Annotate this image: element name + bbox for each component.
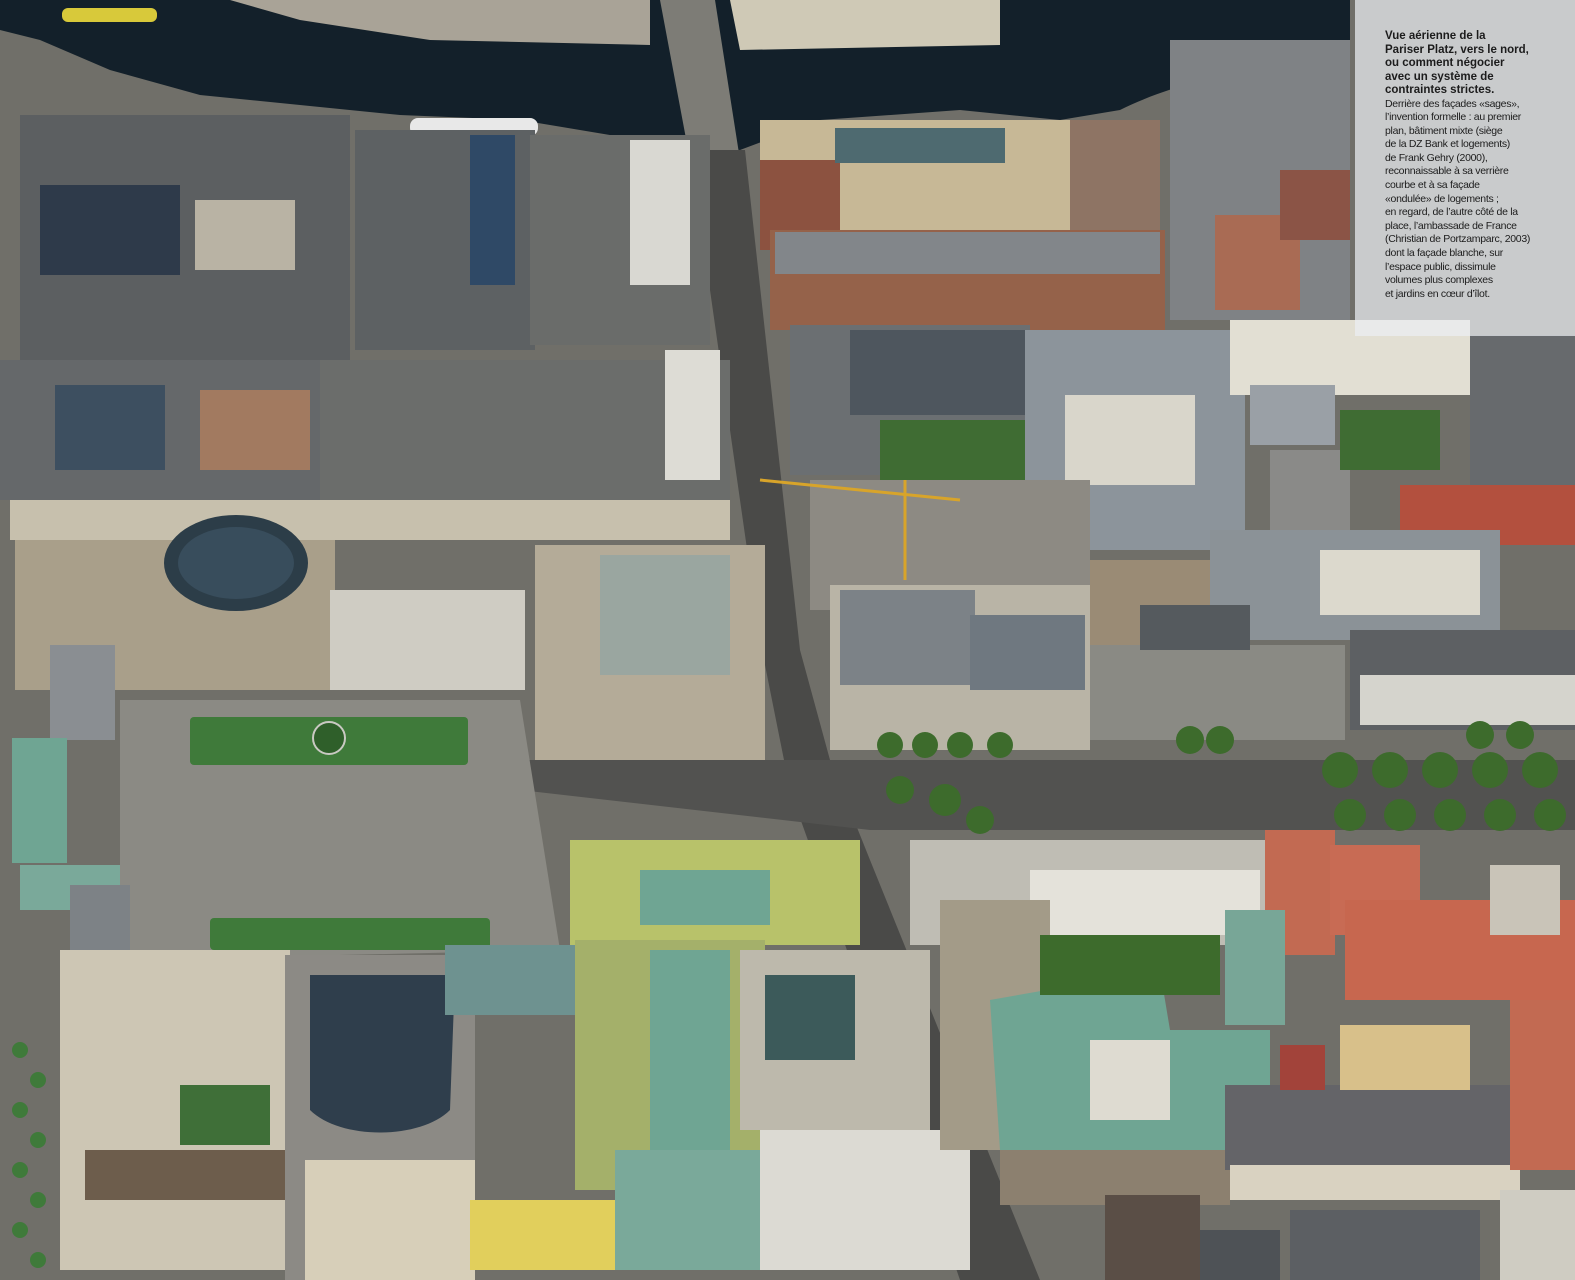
caption-title-line: contraintes strictes. <box>1385 84 1495 96</box>
boat <box>62 8 157 22</box>
caption-body-line: Derrière des façades «sages», <box>1385 97 1520 110</box>
caption-body-line: de la DZ Bank et logements) <box>1385 138 1510 151</box>
brandenburg-gate <box>12 738 67 863</box>
caption-title-line: avec un système de <box>1385 70 1494 83</box>
caption-body-line: plan, bâtiment mixte (siège <box>1385 124 1503 137</box>
caption-body-line: et jardins en cœur d’îlot. <box>1385 287 1490 300</box>
caption-body: Derrière des façades «sages», l’inventio… <box>1385 98 1553 302</box>
glass-roof <box>310 975 455 1133</box>
caption-body-line: dont la façade blanche, sur <box>1385 247 1503 260</box>
caption-title: Vue aérienne de la Pariser Platz, vers l… <box>1385 30 1553 98</box>
caption-title-line: Vue aérienne de la <box>1385 30 1486 42</box>
aerial-photo <box>0 0 1575 1280</box>
caption-body-line: l’espace public, dissimule <box>1385 260 1496 273</box>
fountain <box>312 721 346 755</box>
caption-body-line: courbe et à sa façade <box>1385 179 1480 192</box>
caption-body-line: (Christian de Portzamparc, 2003) <box>1385 233 1531 246</box>
caption-body-line: l’invention formelle : au premier <box>1385 111 1521 124</box>
caption-title-line: ou comment négocier <box>1385 57 1505 69</box>
caption-body-line: volumes plus complexes <box>1385 274 1493 287</box>
caption-title-line: Pariser Platz, vers le nord, <box>1385 43 1529 56</box>
caption-body-line: place, l’ambassade de France <box>1385 219 1517 232</box>
caption-body-line: «ondulée» de logements ; <box>1385 192 1499 205</box>
caption-body-line: reconnaissable à sa verrière <box>1385 165 1509 178</box>
caption-body-line: de Frank Gehry (2000), <box>1385 151 1488 164</box>
caption-panel: Vue aérienne de la Pariser Platz, vers l… <box>1355 0 1575 336</box>
caption-body-line: en regard, de l’autre côté de la <box>1385 206 1518 219</box>
